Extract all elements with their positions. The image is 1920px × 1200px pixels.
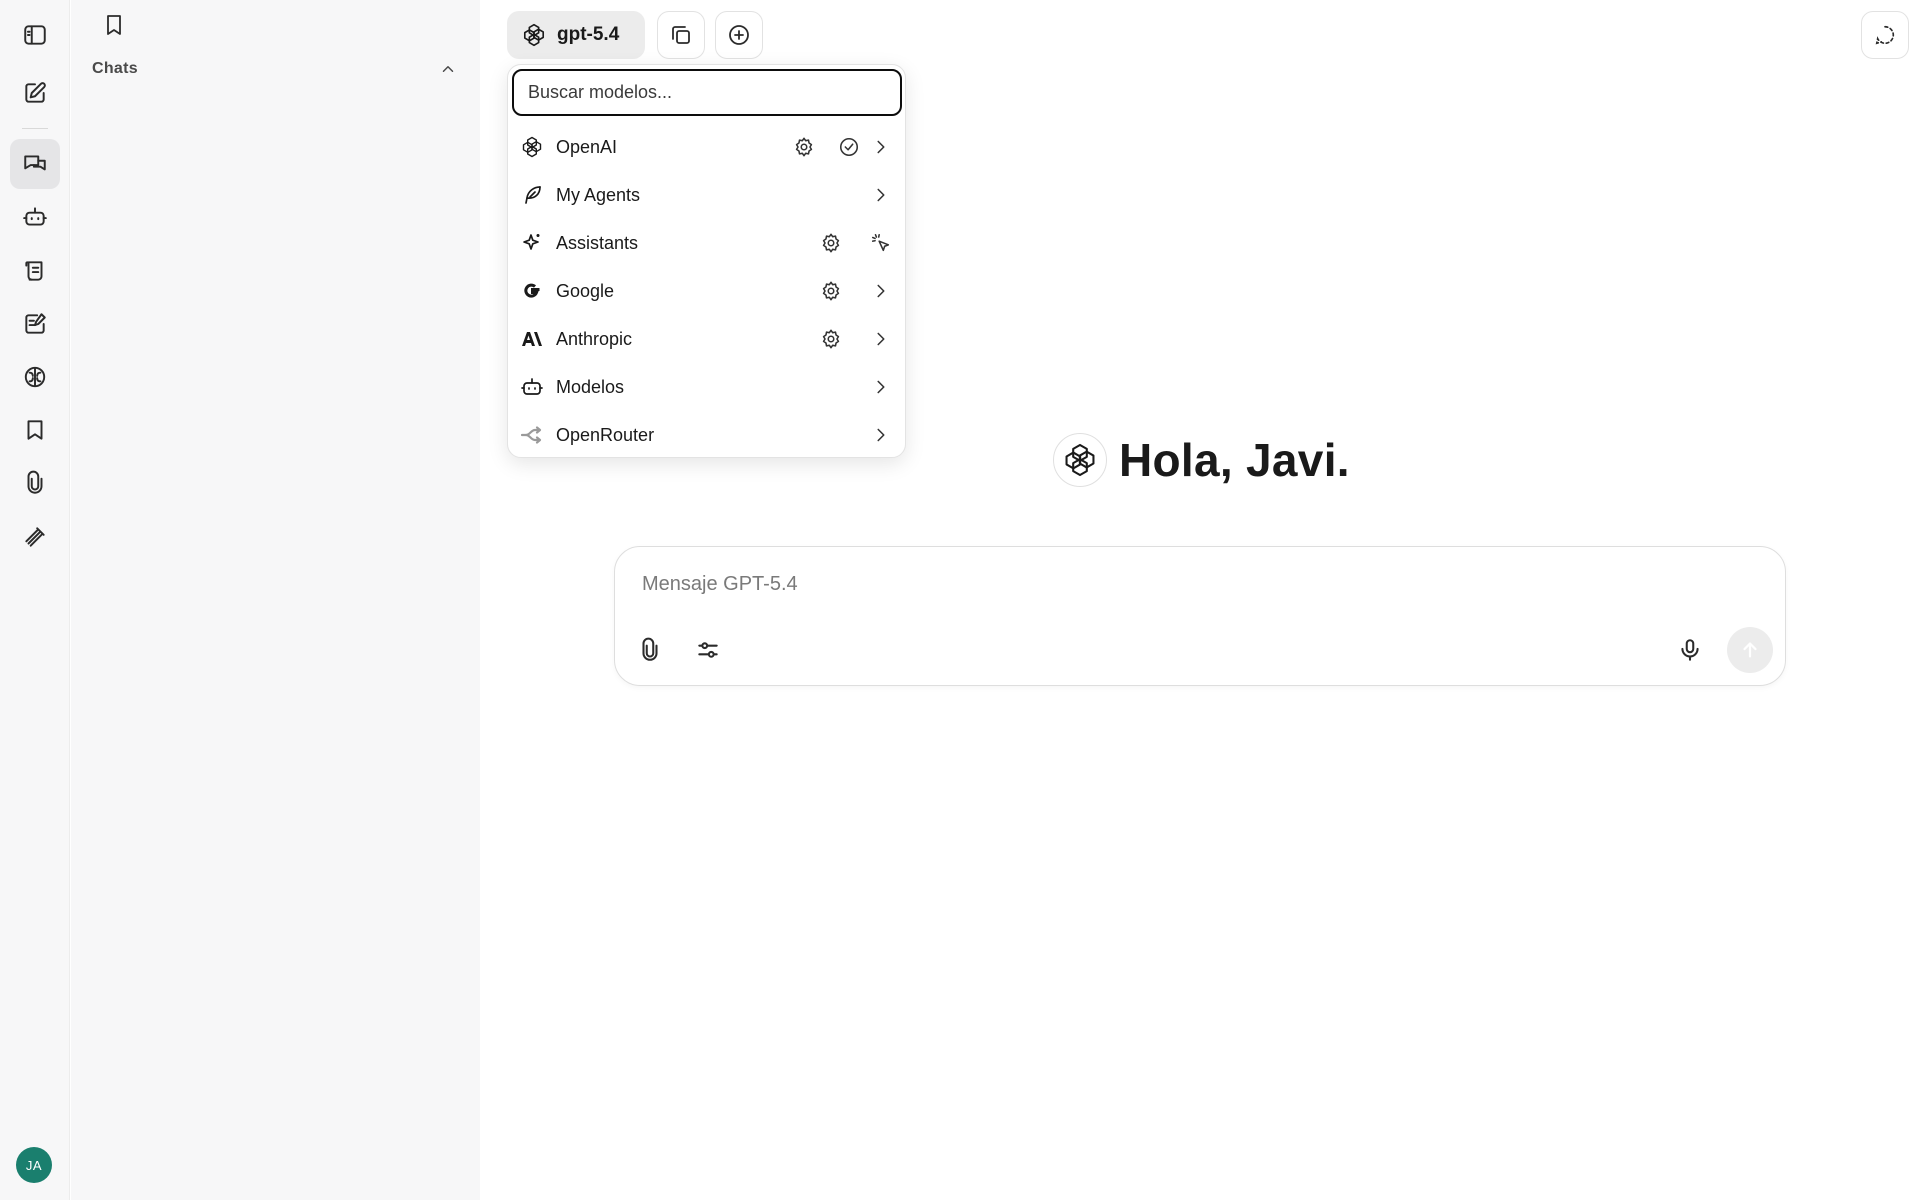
avatar[interactable]: JA <box>16 1147 52 1183</box>
settings-icon[interactable] <box>818 326 844 352</box>
feather-icon <box>520 183 544 207</box>
openai-icon <box>523 23 545 47</box>
openrouter-icon <box>520 423 544 447</box>
menu-item-assistants[interactable]: Assistants <box>508 219 905 267</box>
menu-item-label: Assistants <box>556 232 639 253</box>
copy-chat-button[interactable] <box>657 11 705 59</box>
menu-item-my-agents[interactable]: My Agents <box>508 171 905 219</box>
menu-item-modelos[interactable]: Modelos <box>508 363 905 411</box>
openai-icon <box>520 135 544 159</box>
rail-divider <box>22 128 48 129</box>
openai-logo-icon <box>1053 433 1107 487</box>
menu-item-label: Modelos <box>556 376 625 397</box>
menu-item-label: Anthropic <box>556 328 633 349</box>
menu-item-label: OpenAI <box>556 136 618 157</box>
model-label: gpt-5.4 <box>557 24 620 45</box>
attach-file-button[interactable] <box>631 631 669 669</box>
menu-item-openrouter[interactable]: OpenRouter <box>508 411 905 459</box>
chevron-right-icon[interactable] <box>868 422 894 448</box>
microphone-icon <box>1681 639 1699 661</box>
sparkle-icon <box>520 231 544 255</box>
chevron-right-icon[interactable] <box>868 374 894 400</box>
brain-icon[interactable] <box>10 352 60 402</box>
plus-circle-icon <box>729 25 749 45</box>
settings-icon[interactable] <box>818 278 844 304</box>
menu-item-openai[interactable]: OpenAI <box>508 123 905 171</box>
settings-sliders-button[interactable] <box>689 631 727 669</box>
greeting-text: Hola, Javi. <box>1119 434 1350 486</box>
paperclip-icon <box>642 637 658 661</box>
arrow-up-icon <box>1743 642 1757 658</box>
menu-item-label: My Agents <box>556 184 641 205</box>
menu-item-google[interactable]: Google <box>508 267 905 315</box>
chevron-up-icon[interactable] <box>439 60 457 78</box>
new-chat-icon[interactable] <box>10 68 60 118</box>
menu-item-anthropic[interactable]: Anthropic <box>508 315 905 363</box>
model-selector-button[interactable]: gpt-5.4 <box>507 11 645 59</box>
chats-section-title[interactable]: Chats <box>92 60 138 78</box>
menu-item-label: Google <box>556 280 615 301</box>
google-icon <box>520 279 544 303</box>
sidebar-toggle-icon[interactable] <box>10 10 60 60</box>
chevron-right-icon[interactable] <box>868 326 894 352</box>
agents-bot-icon[interactable] <box>10 192 60 242</box>
sidebar-panel: Chats <box>71 0 480 1200</box>
memories-icon[interactable] <box>10 299 60 349</box>
sliders-icon <box>698 642 718 658</box>
check-circle-icon[interactable] <box>836 134 862 160</box>
message-input[interactable] <box>642 569 1642 599</box>
chats-icon[interactable] <box>10 139 60 189</box>
message-composer <box>614 546 1786 686</box>
model-dropdown: OpenAI My Agents Assistants <box>507 64 906 458</box>
attachments-icon[interactable] <box>10 458 60 508</box>
send-button[interactable] <box>1727 627 1773 673</box>
bookmark-icon[interactable] <box>10 405 60 455</box>
tools-icon[interactable] <box>10 512 60 562</box>
icon-rail: JA <box>0 0 70 1200</box>
dashed-chat-icon <box>1875 25 1895 45</box>
chevron-right-icon[interactable] <box>868 182 894 208</box>
add-button[interactable] <box>715 11 763 59</box>
microphone-button[interactable] <box>1671 631 1709 669</box>
prompts-icon[interactable] <box>10 246 60 296</box>
model-search-input[interactable] <box>512 69 902 116</box>
temporary-chat-button[interactable] <box>1861 11 1909 59</box>
menu-item-label: OpenRouter <box>556 424 655 445</box>
pointer-click-icon[interactable] <box>868 230 894 256</box>
greeting: Hola, Javi. <box>1053 433 1350 487</box>
chevron-right-icon[interactable] <box>868 134 894 160</box>
copy-icon <box>672 26 690 44</box>
chevron-right-icon[interactable] <box>868 278 894 304</box>
settings-icon[interactable] <box>818 230 844 256</box>
settings-icon[interactable] <box>791 134 817 160</box>
anthropic-icon <box>520 327 544 351</box>
bookmarks-icon[interactable] <box>99 10 129 40</box>
bot-icon <box>520 375 544 399</box>
